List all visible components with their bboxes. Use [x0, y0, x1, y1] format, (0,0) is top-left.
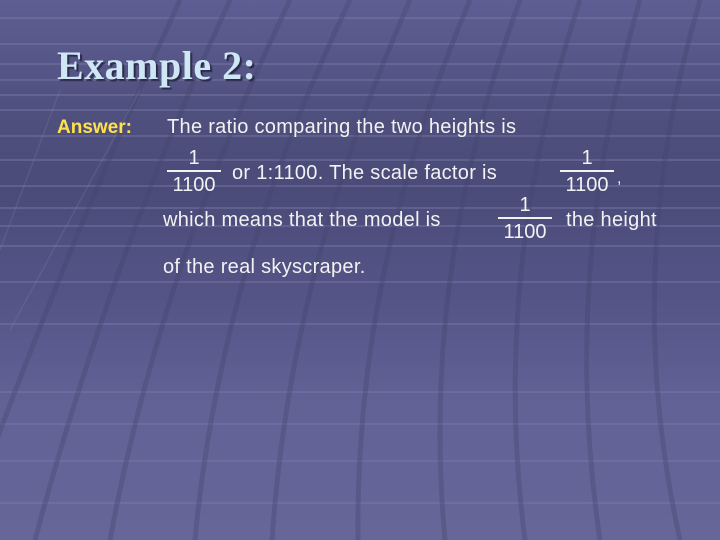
slide-title: Example 2: — [57, 43, 257, 88]
comma: , — [617, 170, 622, 187]
fraction-bar — [167, 170, 221, 172]
fraction-numerator: 1 — [519, 194, 531, 216]
fraction-denominator: 1100 — [565, 173, 609, 196]
fraction-model-ratio: 1 1100 — [498, 194, 552, 243]
fraction-scale-factor: 1 1100 — [560, 147, 614, 196]
fraction-ratio: 1 1100 — [167, 147, 221, 196]
fraction-bar — [498, 217, 552, 219]
fraction-numerator: 1 — [581, 147, 593, 169]
answer-line-1: The ratio comparing the two heights is — [167, 116, 517, 138]
fraction-denominator: 1100 — [172, 173, 216, 196]
answer-line-3: which means that the model is — [163, 209, 441, 231]
fraction-bar — [560, 170, 614, 172]
answer-line-4: of the real skyscraper. — [163, 256, 366, 278]
fraction-denominator: 1100 — [503, 220, 547, 243]
slide: Example 2: Answer: The ratio comparing t… — [0, 0, 720, 540]
answer-label: Answer: — [57, 117, 132, 138]
answer-line-3-tail: the height — [566, 209, 657, 231]
fraction-numerator: 1 — [188, 147, 200, 169]
answer-line-2: or 1:1100. The scale factor is — [232, 162, 498, 184]
